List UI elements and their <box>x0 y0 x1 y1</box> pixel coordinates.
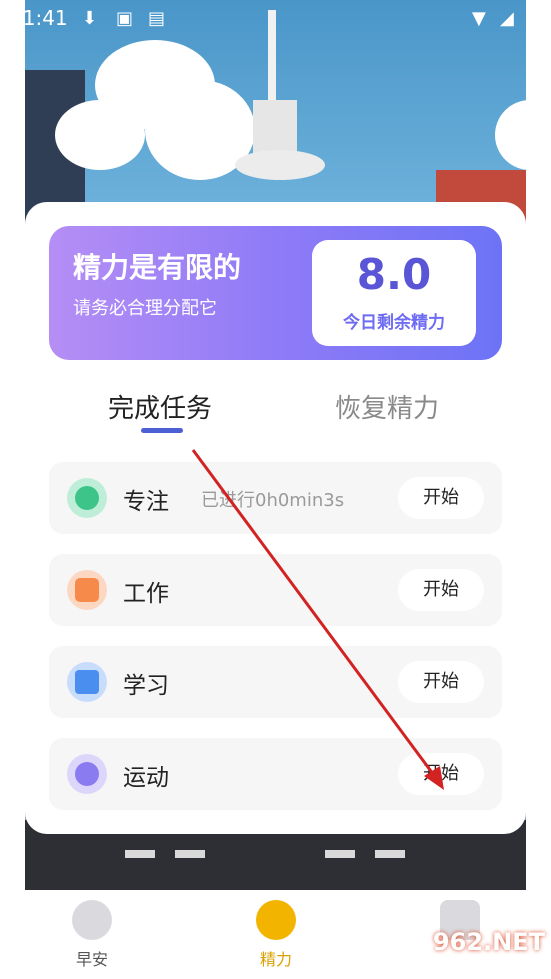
nav-label: 精力 <box>259 950 292 969</box>
task-item-work: 工作 开始 <box>49 554 502 626</box>
briefcase-icon <box>67 570 107 610</box>
task-name: 工作 <box>123 581 169 607</box>
cloud <box>495 100 526 170</box>
crosswalk-stripe <box>125 850 155 858</box>
tab-complete-tasks[interactable]: 完成任务 <box>108 388 212 425</box>
task-item-exercise: 运动 开始 <box>49 738 502 810</box>
clock-icon <box>256 900 296 940</box>
ball-icon <box>67 754 107 794</box>
energy-banner: 精力是有限的 请务必合理分配它 8.0 今日剩余精力 <box>49 226 502 360</box>
notification-icon: ▣ <box>116 8 134 29</box>
crosswalk-stripe <box>325 850 355 858</box>
tab-restore-energy[interactable]: 恢复精力 <box>335 388 439 425</box>
cloud <box>55 100 145 170</box>
task-name: 专注 <box>123 489 169 515</box>
task-name: 学习 <box>123 673 169 699</box>
energy-value: 8.0 <box>356 250 432 299</box>
banner-title: 精力是有限的 <box>73 251 242 284</box>
book-icon <box>67 662 107 702</box>
energy-label: 今日剩余精力 <box>343 313 445 333</box>
nav-item-energy[interactable]: 精力 <box>216 890 336 979</box>
bell-icon <box>72 900 112 940</box>
task-name: 运动 <box>123 765 169 791</box>
task-progress: 已进行0h0min3s <box>201 490 345 511</box>
signal-icon: ◢ <box>500 8 514 29</box>
focus-icon <box>67 478 107 518</box>
media-icon: ▤ <box>148 8 166 29</box>
crosswalk-stripe <box>175 850 205 858</box>
banner-subtitle: 请务必合理分配它 <box>73 298 217 319</box>
download-icon: ⬇ <box>82 8 98 29</box>
nav-item-morning[interactable]: 早安 <box>32 890 152 979</box>
task-item-study: 学习 开始 <box>49 646 502 718</box>
wifi-icon: ▼ <box>472 8 486 29</box>
energy-card: 精力是有限的 请务必合理分配它 8.0 今日剩余精力 完成任务 恢复精力 专注 … <box>25 202 526 834</box>
start-button[interactable]: 开始 <box>398 661 484 703</box>
watermark-logo: 962.NET <box>432 928 545 956</box>
status-time: 11:41 <box>10 6 68 30</box>
battery-icon: ▮ <box>526 8 536 29</box>
tower-dish <box>235 150 325 180</box>
tab-indicator <box>141 428 183 433</box>
nav-label: 早安 <box>75 950 108 969</box>
crosswalk-stripe <box>375 850 405 858</box>
task-item-focus: 专注 已进行0h0min3s 开始 <box>49 462 502 534</box>
start-button[interactable]: 开始 <box>398 753 484 795</box>
energy-remaining-box: 8.0 今日剩余精力 <box>312 240 476 346</box>
status-bar: 11:41 ⬇ ▣ ▤ ▼ ◢ ▮ <box>0 0 551 38</box>
start-button[interactable]: 开始 <box>398 477 484 519</box>
start-button[interactable]: 开始 <box>398 569 484 611</box>
